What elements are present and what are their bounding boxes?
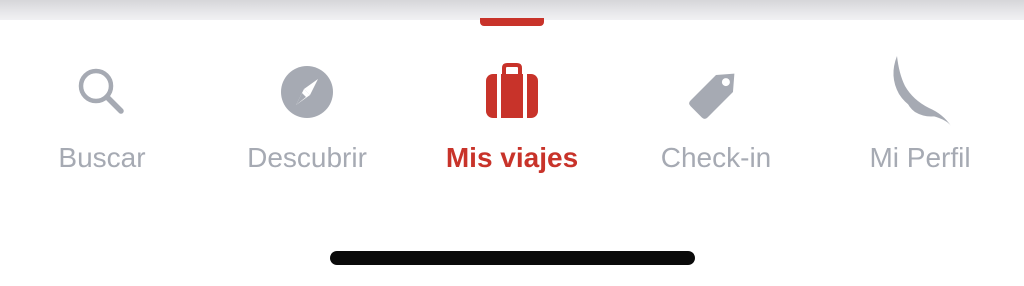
tab-mis-viajes[interactable]: Mis viajes bbox=[412, 40, 612, 190]
bottom-tab-bar: Buscar Descubrir Mis viajes Check-in Mi … bbox=[0, 40, 1024, 190]
tab-check-in[interactable]: Check-in bbox=[616, 40, 816, 190]
tab-descubrir[interactable]: Descubrir bbox=[207, 40, 407, 190]
tab-label-buscar: Buscar bbox=[58, 142, 146, 173]
app-screen: Buscar Descubrir Mis viajes Check-in Mi … bbox=[0, 0, 1024, 286]
tab-buscar[interactable]: Buscar bbox=[2, 40, 202, 190]
tab-label-mi-perfil: Mi Perfil bbox=[869, 142, 971, 173]
search-icon bbox=[62, 52, 142, 132]
home-indicator[interactable] bbox=[330, 251, 695, 265]
tab-label-descubrir: Descubrir bbox=[247, 142, 367, 173]
compass-icon bbox=[267, 52, 347, 132]
active-tab-indicator bbox=[480, 18, 544, 26]
content-edge-shadow bbox=[0, 0, 1024, 20]
tab-mi-perfil[interactable]: Mi Perfil bbox=[820, 40, 1020, 190]
tab-label-check-in: Check-in bbox=[660, 142, 772, 173]
tag-icon bbox=[676, 52, 756, 132]
tab-label-mis-viajes: Mis viajes bbox=[445, 142, 579, 173]
bird-logo-icon bbox=[880, 52, 960, 132]
suitcase-icon bbox=[472, 52, 552, 132]
